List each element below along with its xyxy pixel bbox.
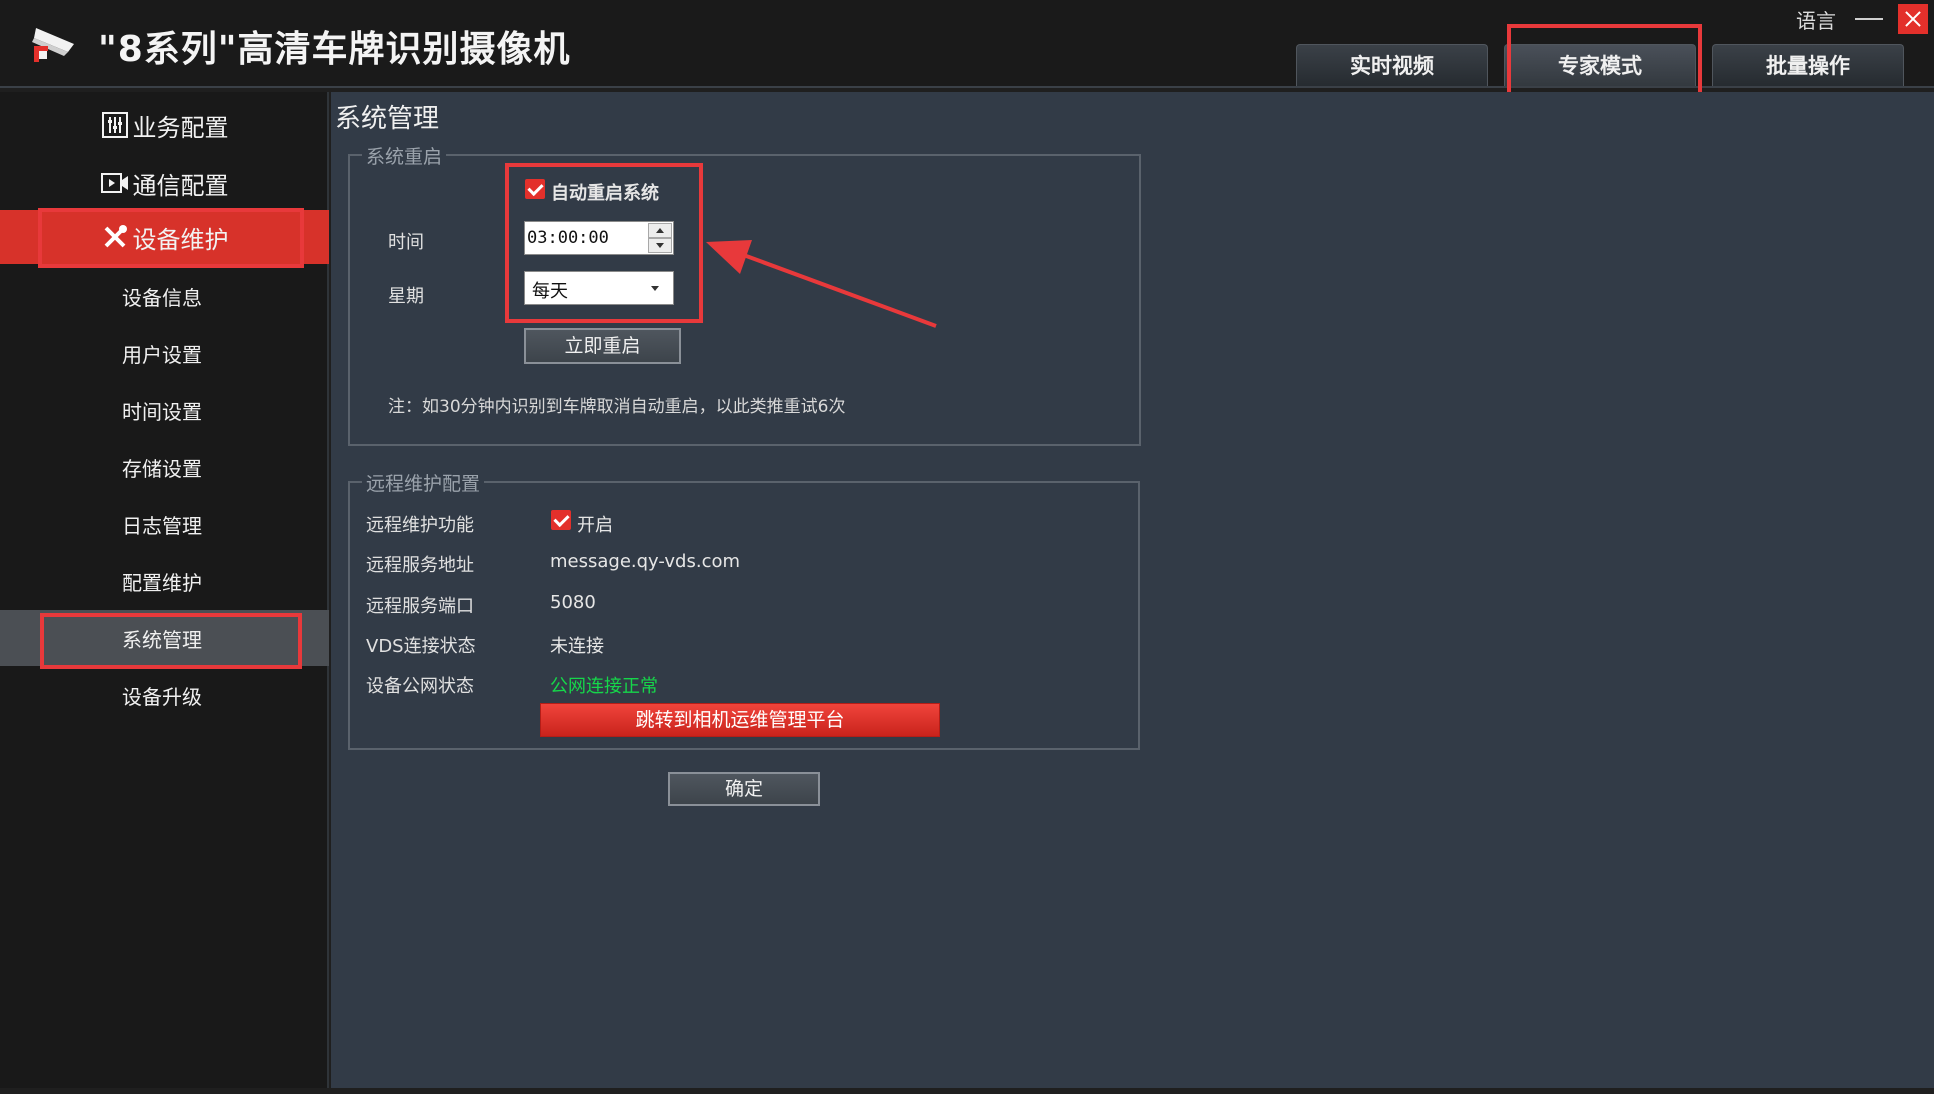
public-network-status: 公网连接正常 [550, 676, 658, 697]
time-label: 时间 [388, 232, 424, 253]
restart-note: 注：如30分钟内识别到车牌取消自动重启，以此类推重试6次 [388, 397, 846, 417]
sidebar-item-user-settings[interactable]: 用户设置 [0, 325, 329, 381]
remote-function-checkbox[interactable] [551, 510, 571, 530]
restart-group-legend: 系统重启 [362, 142, 447, 169]
sliders-icon [101, 111, 129, 139]
remote-port-value: 5080 [550, 592, 596, 613]
sidebar-item-config-maintenance[interactable]: 配置维护 [0, 553, 329, 609]
sidebar-item-device-upgrade[interactable]: 设备升级 [0, 667, 329, 723]
sidebar-group-communication[interactable]: 通信配置 [0, 156, 329, 210]
sidebar-group-maintenance[interactable]: 设备维护 [0, 210, 329, 264]
language-button[interactable]: 语言 [1796, 5, 1836, 34]
remote-address-label: 远程服务地址 [366, 555, 474, 576]
chevron-down-icon [651, 286, 659, 291]
sidebar-item-storage-settings[interactable]: 存储设置 [0, 439, 329, 495]
tab-expert-mode[interactable]: 专家模式 [1504, 44, 1696, 86]
sidebar-item-system-management[interactable]: 系统管理 [0, 610, 329, 666]
tab-batch-operation[interactable]: 批量操作 [1712, 44, 1904, 86]
spin-down-icon[interactable] [648, 238, 672, 253]
week-label: 星期 [388, 286, 424, 307]
app-title: "8系列"高清车牌识别摄像机 [98, 29, 571, 70]
time-spinner[interactable] [648, 223, 672, 253]
video-camera-icon [100, 169, 129, 197]
jump-platform-button[interactable]: 跳转到相机运维管理平台 [540, 703, 940, 737]
sidebar-group-business[interactable]: 业务配置 [0, 98, 329, 152]
remote-function-label: 远程维护功能 [366, 515, 474, 536]
remote-port-label: 远程服务端口 [366, 596, 474, 617]
sidebar-group-label: 通信配置 [132, 171, 229, 200]
sidebar-group-label: 设备维护 [132, 225, 229, 254]
remote-group-legend: 远程维护配置 [362, 469, 485, 496]
vds-status-value: 未连接 [550, 636, 604, 657]
sidebar-group-label: 业务配置 [132, 113, 229, 142]
week-select[interactable]: 每天 [524, 271, 674, 305]
sidebar: 业务配置 通信配置 设备维护 设备信息 用户设置 时间设置 存储设置 日志管理 … [0, 92, 329, 1088]
app-window: "8系列"高清车牌识别摄像机 语言 实时视频 专家模式 批量操作 业务配置 通信… [0, 0, 1934, 1094]
sidebar-item-device-info[interactable]: 设备信息 [0, 268, 329, 324]
close-icon[interactable] [1898, 4, 1928, 34]
public-network-label: 设备公网状态 [366, 676, 474, 697]
sidebar-item-log-management[interactable]: 日志管理 [0, 496, 329, 552]
minimize-icon[interactable] [1855, 18, 1883, 20]
tools-icon [101, 223, 129, 251]
title-bar: "8系列"高清车牌识别摄像机 语言 实时视频 专家模式 批量操作 [0, 0, 1934, 88]
vds-status-label: VDS连接状态 [366, 636, 476, 657]
tab-live-video[interactable]: 实时视频 [1296, 44, 1488, 86]
spin-up-icon[interactable] [648, 223, 672, 238]
annotation-arrow-icon [706, 240, 937, 328]
auto-restart-label: 自动重启系统 [551, 183, 659, 204]
restart-now-button[interactable]: 立即重启 [524, 328, 681, 364]
page-title: 系统管理 [335, 104, 440, 134]
remote-address-value: message.qy-vds.com [550, 551, 741, 572]
sidebar-item-time-settings[interactable]: 时间设置 [0, 382, 329, 438]
confirm-button[interactable]: 确定 [668, 772, 820, 806]
week-select-value: 每天 [532, 281, 568, 302]
auto-restart-checkbox[interactable] [525, 179, 545, 199]
remote-function-value: 开启 [577, 515, 613, 536]
camera-logo-icon [32, 28, 74, 62]
